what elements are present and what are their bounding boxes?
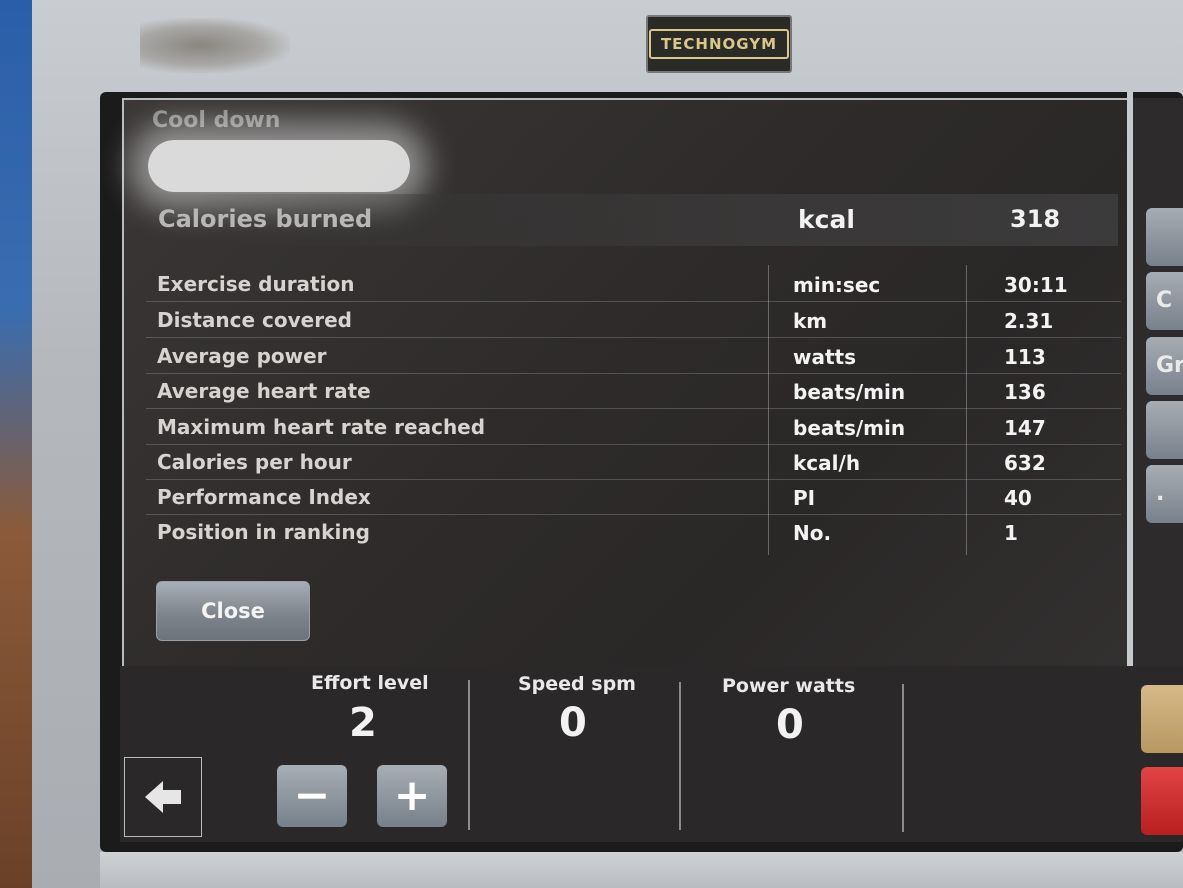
effort-level-value: 2 [349,700,377,746]
status-divider [468,680,470,830]
stat-label: Exercise duration [157,272,355,296]
close-button[interactable]: Close [156,581,310,641]
stat-unit: km [793,309,828,333]
stat-value: 632 [1004,451,1046,475]
stat-label: Distance covered [157,308,352,332]
side-orange-button[interactable] [1141,685,1183,753]
status-divider [679,682,681,830]
stat-label: Maximum heart rate reached [157,415,486,439]
dialog-title: Cool down [152,108,281,133]
stat-value: 1 [1004,521,1018,545]
stat-label: Position in ranking [157,520,370,544]
stat-value: 136 [1004,380,1046,404]
stat-row: Exercise duration min:sec 30:11 [146,266,1121,302]
stat-label: Average power [157,344,327,368]
effort-increase-button[interactable]: + [377,765,447,827]
screen-glare [148,140,410,192]
effort-level-label: Effort level [311,672,429,694]
arrow-left-icon [145,781,181,813]
side-button-2[interactable]: C [1146,272,1183,330]
side-button-4[interactable] [1146,401,1183,459]
stat-row: Maximum heart rate reached beats/min 147 [146,409,1121,445]
side-stop-button[interactable] [1141,767,1183,835]
side-button-5[interactable]: . [1146,465,1183,523]
stat-row: Performance Index PI 40 [146,479,1121,515]
stat-unit: No. [793,521,832,545]
summary-unit: kcal [798,205,855,234]
stat-value: 40 [1004,486,1032,510]
background-edge [0,0,32,888]
stat-label: Performance Index [157,485,371,509]
bezel-bottom [100,852,1183,888]
bezel-scuff [140,18,290,73]
side-button-1[interactable] [1146,208,1183,266]
stat-row: Average heart rate beats/min 136 [146,373,1121,409]
speed-label: Speed spm [518,673,636,695]
stat-row: Average power watts 113 [146,338,1121,374]
back-button[interactable] [124,757,202,837]
stat-value: 113 [1004,345,1046,369]
stat-unit: kcal/h [793,451,861,475]
minus-icon: − [293,770,331,821]
brand-logo-text: TECHNOGYM [648,29,790,59]
stat-unit: beats/min [793,416,906,440]
stat-row: Position in ranking No. 1 [146,514,1121,549]
effort-decrease-button[interactable]: − [277,765,347,827]
side-button-3[interactable]: Gr [1146,337,1183,395]
speed-value: 0 [559,700,587,746]
stat-label: Calories per hour [157,450,352,474]
summary-label: Calories burned [158,205,373,233]
power-label: Power watts [722,675,856,697]
summary-value: 318 [1010,205,1061,233]
stat-row: Calories per hour kcal/h 632 [146,444,1121,480]
stat-unit: PI [793,486,816,510]
stat-value: 2.31 [1004,309,1054,333]
brand-logo: TECHNOGYM [646,15,792,73]
stat-unit: min:sec [793,273,881,297]
stat-label: Average heart rate [157,379,371,403]
stat-unit: watts [793,345,856,369]
stat-value: 30:11 [1004,273,1068,297]
plus-icon: + [393,770,431,821]
stat-unit: beats/min [793,380,906,404]
stat-row: Distance covered km 2.31 [146,302,1121,338]
stat-value: 147 [1004,416,1046,440]
power-value: 0 [776,702,804,748]
status-divider [902,684,904,832]
